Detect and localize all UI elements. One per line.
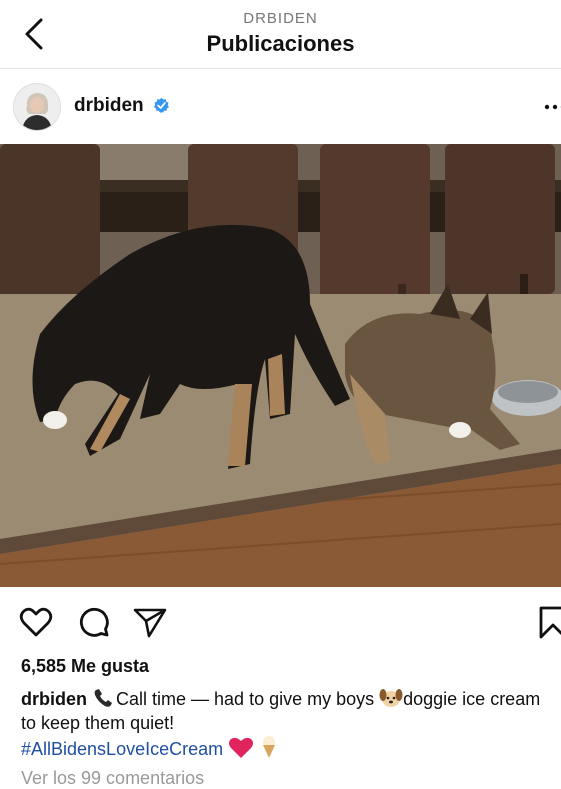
comment-bubble-icon[interactable] (75, 604, 111, 640)
hashtag-link[interactable]: #AllBidensLoveIceCream (21, 739, 223, 759)
post-actions (0, 600, 561, 644)
post-photo[interactable] (0, 144, 561, 587)
avatar[interactable] (13, 83, 61, 131)
dog-face-icon (379, 687, 403, 709)
likes-count[interactable]: 6,585 Me gusta (21, 656, 149, 677)
page-title: Publicaciones (0, 31, 561, 57)
view-comments-link[interactable]: Ver los 99 comentarios (21, 768, 204, 789)
verified-badge-icon (153, 97, 170, 114)
telephone-icon (92, 687, 116, 709)
page-header: DRBIDEN Publicaciones (0, 0, 561, 69)
account-name-header: DRBIDEN (0, 10, 561, 27)
post-header: drbiden (0, 69, 561, 144)
bookmark-icon[interactable] (535, 604, 561, 640)
ice-cream-cone-icon (259, 735, 279, 759)
paper-plane-icon[interactable] (132, 604, 168, 640)
red-heart-icon (228, 737, 254, 759)
caption-username[interactable]: drbiden (21, 689, 87, 709)
caption-text-1: Call time — had to give my boys (116, 689, 379, 709)
post-caption: drbiden Call time — had to give my boys … (21, 687, 556, 761)
post-username[interactable]: drbiden (74, 95, 144, 117)
heart-outline-icon[interactable] (18, 604, 54, 640)
more-horizontal-icon[interactable] (544, 103, 561, 111)
